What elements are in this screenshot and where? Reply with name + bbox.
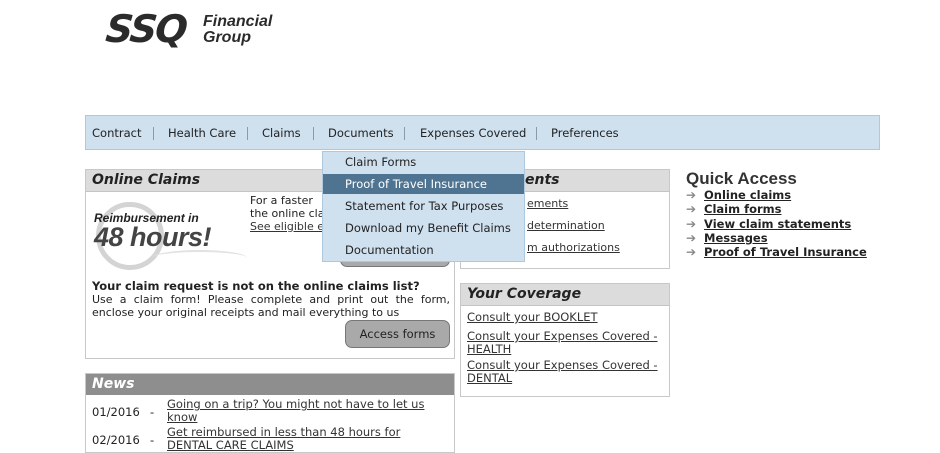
access-forms-button[interactable]: Access forms — [345, 320, 450, 348]
menu-item-claim-forms[interactable]: Claim Forms — [323, 152, 524, 172]
nav-health-care[interactable]: Health Care — [168, 126, 236, 140]
logo-text-line1: Financial — [203, 13, 273, 30]
your-coverage-title: Your Coverage — [467, 286, 582, 302]
logo-text: Financial Group — [203, 14, 272, 46]
menu-item-download-benefit-claims[interactable]: Download my Benefit Claims — [323, 218, 524, 238]
news-item-link[interactable]: Going on a trip? You might not have to l… — [167, 398, 437, 424]
right-arrow-icon: ➔ — [686, 231, 697, 245]
news-panel: News 01/2016 - Going on a trip? You migh… — [85, 373, 455, 453]
statements-link[interactable]: ements — [527, 197, 568, 210]
view-claim-statements-link[interactable]: View claim statements — [704, 217, 851, 231]
main-nav: Contract Health Care Claims Documents Ex… — [85, 115, 880, 150]
nav-expenses-covered[interactable]: Expenses Covered — [420, 126, 526, 140]
menu-item-proof-of-travel-insurance[interactable]: Proof of Travel Insurance — [323, 174, 524, 194]
claim-form-instructions: Use a claim form! Please complete and pr… — [92, 293, 450, 319]
nav-separator — [153, 127, 154, 140]
news-item-link[interactable]: Get reimbursed in less than 48 hours for… — [167, 426, 437, 452]
nav-preferences[interactable]: Preferences — [551, 126, 619, 140]
documents-dropdown-menu: Claim Forms Proof of Travel Insurance St… — [322, 151, 525, 262]
right-arrow-icon: ➔ — [686, 245, 697, 259]
nav-documents[interactable]: Documents — [328, 126, 394, 140]
nav-separator — [247, 127, 248, 140]
right-arrow-icon: ➔ — [686, 202, 697, 216]
forty-eight-hours-label: 48 hours! — [94, 222, 212, 252]
news-dash: - — [150, 405, 155, 419]
logo-mark: SSQ — [103, 7, 188, 51]
nav-claims[interactable]: Claims — [262, 126, 301, 140]
booklet-link[interactable]: Consult your BOOKLET — [467, 311, 662, 324]
nav-separator — [404, 127, 405, 140]
logo-text-line2: Group — [203, 29, 251, 46]
reimbursement-48h-graphic[interactable]: Reimbursement in 48 hours! — [92, 198, 247, 270]
nav-contract[interactable]: Contract — [92, 126, 141, 140]
news-title: News — [92, 376, 135, 392]
determination-link[interactable]: determination — [527, 219, 605, 232]
menu-item-documentation[interactable]: Documentation — [323, 240, 524, 260]
panel-header: News — [86, 374, 454, 395]
expenses-covered-health-link[interactable]: Consult your Expenses Covered - HEALTH — [467, 330, 662, 356]
your-coverage-panel: Your Coverage Consult your BOOKLET Consu… — [460, 283, 670, 397]
authorizations-link[interactable]: m authorizations — [527, 241, 620, 254]
nav-separator — [313, 127, 314, 140]
quick-access-title: Quick Access — [686, 169, 797, 188]
right-arrow-icon: ➔ — [686, 217, 697, 231]
claim-not-listed-question: Your claim request is not on the online … — [92, 279, 420, 293]
online-claims-link[interactable]: Online claims — [704, 188, 791, 202]
statements-title: ents — [525, 172, 560, 188]
proof-of-travel-insurance-link[interactable]: Proof of Travel Insurance — [704, 245, 867, 259]
messages-link[interactable]: Messages — [704, 231, 768, 245]
news-dash: - — [150, 433, 155, 447]
news-date: 01/2016 — [92, 405, 140, 419]
expenses-covered-dental-link[interactable]: Consult your Expenses Covered - DENTAL — [467, 359, 662, 385]
menu-item-statement-for-tax-purposes[interactable]: Statement for Tax Purposes — [323, 196, 524, 216]
panel-header: Your Coverage — [461, 284, 669, 306]
online-claims-title: Online Claims — [92, 172, 201, 188]
right-arrow-icon: ➔ — [686, 188, 697, 202]
news-date: 02/2016 — [92, 433, 140, 447]
claim-forms-link[interactable]: Claim forms — [704, 202, 781, 216]
nav-separator — [536, 127, 537, 140]
